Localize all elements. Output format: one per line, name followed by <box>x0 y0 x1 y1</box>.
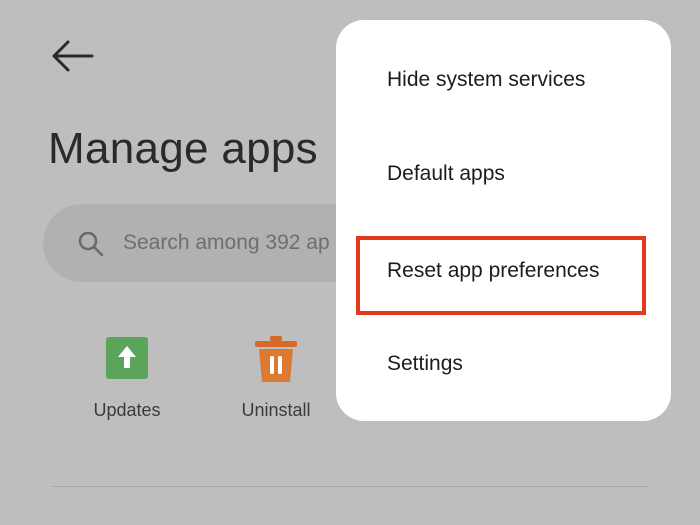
menu-item-default-apps[interactable]: Default apps <box>387 162 505 186</box>
menu-item-hide-system-services[interactable]: Hide system services <box>387 68 585 92</box>
manage-apps-screen: Manage apps Search among 392 ap Updates … <box>0 0 700 525</box>
update-arrow-icon <box>106 337 148 379</box>
back-button[interactable] <box>50 36 96 76</box>
search-placeholder: Search among 392 ap <box>123 231 330 254</box>
updates-label: Updates <box>93 400 161 420</box>
arrow-left-icon <box>52 40 94 72</box>
uninstall-button[interactable]: Uninstall <box>221 336 331 426</box>
highlight-box <box>356 236 646 315</box>
updates-button[interactable]: Updates <box>72 336 182 426</box>
search-icon <box>78 231 104 257</box>
uninstall-label: Uninstall <box>241 400 311 420</box>
menu-item-settings[interactable]: Settings <box>387 352 463 376</box>
page-title: Manage apps <box>48 124 318 173</box>
trash-icon <box>255 336 297 382</box>
divider <box>52 486 648 487</box>
overflow-menu: Hide system services Default apps Reset … <box>336 20 671 421</box>
